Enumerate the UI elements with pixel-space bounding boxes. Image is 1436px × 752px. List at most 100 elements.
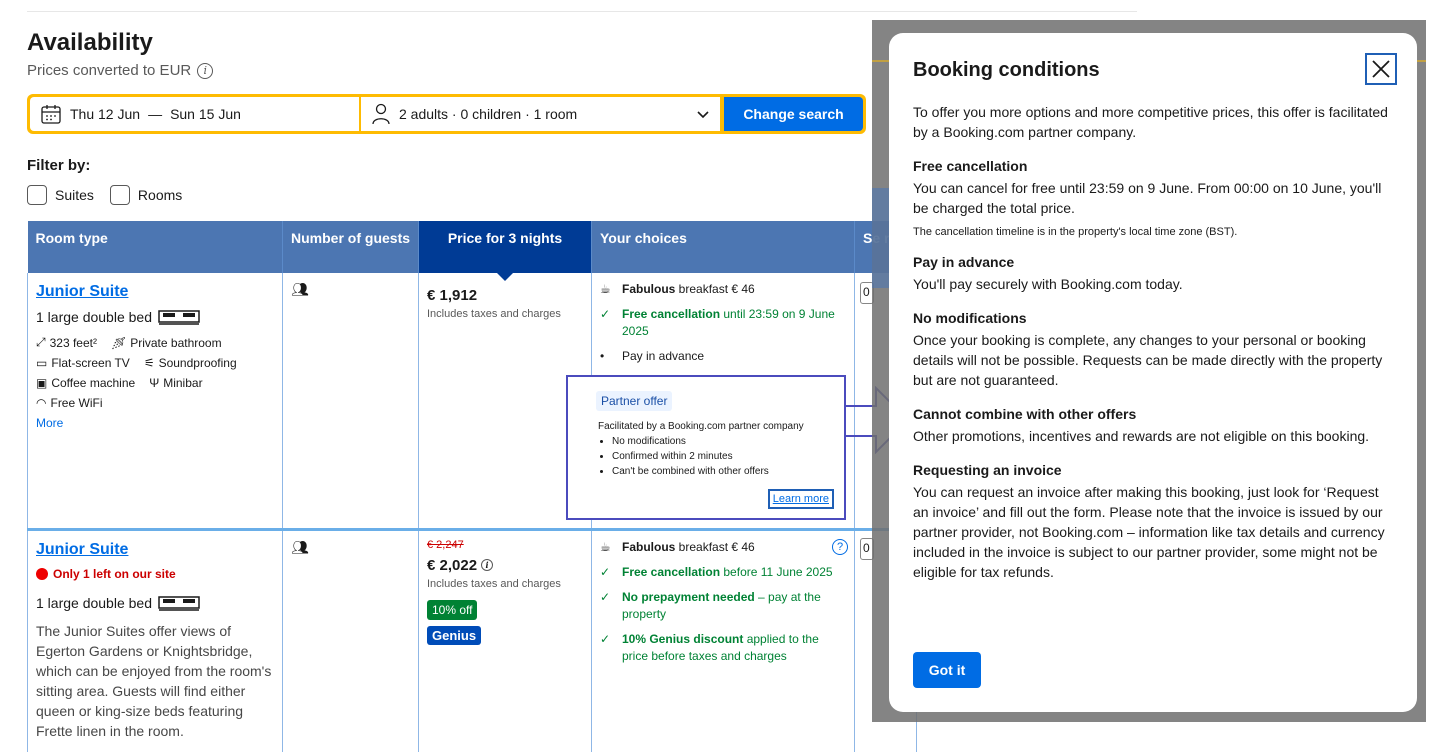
cancellation-choice: ✓ Free cancellation until 23:59 on 9 June…	[600, 306, 846, 340]
taxes-note: Includes taxes and charges	[427, 308, 561, 320]
section-note: The cancellation timeline is in the prop…	[913, 226, 1238, 238]
person-icon	[372, 103, 390, 125]
amenity-label: Private bathroom	[130, 335, 222, 350]
two-persons-icon: 👥︎	[291, 281, 309, 297]
info-icon[interactable]: i	[481, 559, 494, 571]
shower-icon: 🚿︎	[110, 335, 127, 350]
cancel-bold: Free cancellation	[622, 307, 721, 321]
table-row: Junior Suite Only 1 left on our site 1 l…	[27, 529, 917, 752]
rooms-checkbox[interactable]	[109, 185, 130, 205]
room-name-link[interactable]: Junior Suite	[36, 541, 274, 559]
room-type-cell: Junior Suite Only 1 left on our site 1 l…	[27, 529, 283, 752]
amenity-label: Soundproofing	[158, 356, 237, 370]
cancel-bold: Free cancellation	[622, 564, 721, 579]
section-heading: Cannot combine with other offers	[913, 406, 1137, 422]
bed-icon	[158, 595, 200, 611]
check-icon: ✓	[600, 631, 611, 646]
calendar-icon	[41, 105, 61, 124]
info-icon[interactable]: i	[197, 62, 214, 79]
modal-title: Booking conditions	[913, 59, 1100, 81]
bullet-icon: •	[600, 349, 605, 363]
size-icon: ⤢	[36, 335, 46, 349]
got-it-button[interactable]: Got it	[913, 652, 981, 688]
guests-selector[interactable]: 2 adults · 0 children · 1 room	[361, 97, 720, 131]
breakfast-choice: ☕︎ Fabulous breakfast € 46	[600, 539, 846, 556]
amenity-label: Flat-screen TV	[51, 356, 130, 370]
modal-intro: To offer you more options and more compe…	[913, 104, 1388, 140]
payment-choice: • Pay in advance	[600, 348, 846, 365]
close-icon	[1372, 60, 1390, 78]
filter-rooms[interactable]: Rooms	[109, 185, 182, 205]
header-guests: Number of guests	[282, 221, 419, 273]
amenity-label: Free WiFi	[50, 396, 103, 410]
amenity-item: Ψ Minibar	[149, 376, 202, 390]
page-title: Availability	[27, 29, 153, 56]
tv-icon: ▭	[36, 356, 48, 370]
learn-more-link[interactable]: Learn more	[767, 489, 834, 509]
section-heading: Free cancellation	[913, 158, 1028, 174]
price-value-row: € 2,022 i	[427, 557, 583, 574]
price-value: € 1,912	[427, 287, 478, 304]
bed-info: 1 large double bed	[36, 595, 274, 611]
checkout-date: Sun 15 Jun	[170, 106, 241, 122]
two-persons-icon: 👥︎	[291, 538, 309, 555]
currency-note: Prices converted to EUR i	[27, 62, 214, 79]
prepayment-choice: ✓ No prepayment needed – pay at the prope…	[600, 589, 846, 623]
amenity-item: 🚿︎ Private bathroom	[111, 335, 222, 350]
room-name-link[interactable]: Junior Suite	[36, 283, 274, 301]
choices-cell: ☕︎ Fabulous breakfast € 46 ✓ Free cancella…	[591, 529, 855, 752]
prepay-bold: No prepayment needed	[622, 589, 755, 604]
soundproof-icon: ⚟	[143, 356, 155, 370]
change-search-button[interactable]: Change search	[724, 97, 863, 131]
amenities-list: ⤢ 323 feet² 🚿︎ Private bathroom ▭ Flat-scre…	[36, 335, 256, 410]
red-dot-icon	[36, 567, 48, 580]
more-link[interactable]: More	[36, 416, 274, 430]
bed-text: 1 large double bed	[36, 309, 152, 325]
amenity-item: ⤢ 323 feet²	[36, 335, 97, 350]
amenity-label: Minibar	[163, 376, 203, 390]
genius-badge: Genius	[427, 625, 482, 645]
room-description: The Junior Suites offer views of Egerton…	[36, 622, 272, 739]
bed-text: 1 large double bed	[36, 594, 152, 611]
original-price: € 2,247	[427, 538, 464, 551]
amenity-item: ▭ Flat-screen TV	[36, 356, 130, 370]
checkin-date: Thu 12 Jun	[70, 106, 141, 122]
section-body: You can request an invoice after making …	[913, 484, 1385, 580]
section-heading: No modifications	[913, 310, 1027, 326]
amenity-label: 323 feet²	[49, 335, 97, 350]
partner-offer-box: Partner offer Facilitated by a Booking.c…	[566, 375, 846, 520]
suites-checkbox[interactable]	[27, 185, 47, 205]
currency-note-text: Prices converted to EUR	[27, 62, 192, 79]
booking-conditions-modal: Booking conditions To offer you more opt…	[889, 33, 1417, 712]
breakfast-rest: breakfast € 46	[675, 282, 755, 296]
section-body: You'll pay securely with Booking.com tod…	[913, 276, 1183, 292]
header-price[interactable]: Price for 3 nights	[418, 221, 592, 281]
date-picker[interactable]: Thu 12 Jun — Sun 15 Jun	[30, 97, 359, 131]
breakfast-bold: Fabulous	[622, 282, 676, 296]
help-icon[interactable]: ?	[832, 538, 848, 555]
breakfast-choice: ☕︎ Fabulous breakfast € 46	[600, 281, 846, 298]
suites-label: Suites	[55, 187, 94, 203]
bed-info: 1 large double bed	[36, 309, 274, 325]
guests-text: 2 adults · 0 children · 1 room	[399, 106, 578, 122]
filter-suites[interactable]: Suites	[27, 185, 94, 205]
header-choices: Your choices	[591, 221, 855, 273]
close-button[interactable]	[1365, 53, 1397, 85]
coffee-cup-icon: ☕︎	[600, 282, 611, 296]
coffee-cup-icon: ☕︎	[600, 539, 611, 554]
check-icon: ✓	[600, 564, 611, 579]
check-icon: ✓	[600, 589, 611, 604]
section-heading: Requesting an invoice	[913, 462, 1062, 478]
filter-options: Suites Rooms	[27, 185, 182, 205]
guests-cell: 👥︎	[282, 273, 419, 531]
header-room-type: Room type	[27, 221, 283, 273]
genius-bold: 10% Genius discount	[622, 631, 744, 646]
filter-label: Filter by:	[27, 157, 91, 174]
bed-icon	[158, 310, 200, 325]
check-icon: ✓	[600, 307, 611, 321]
partner-offer-tag: Partner offer	[596, 391, 673, 411]
breakfast-rest: breakfast € 46	[675, 539, 755, 554]
top-divider	[27, 11, 1137, 12]
discount-badge: 10% off	[427, 599, 478, 620]
guests-cell: 👥︎	[282, 529, 419, 752]
